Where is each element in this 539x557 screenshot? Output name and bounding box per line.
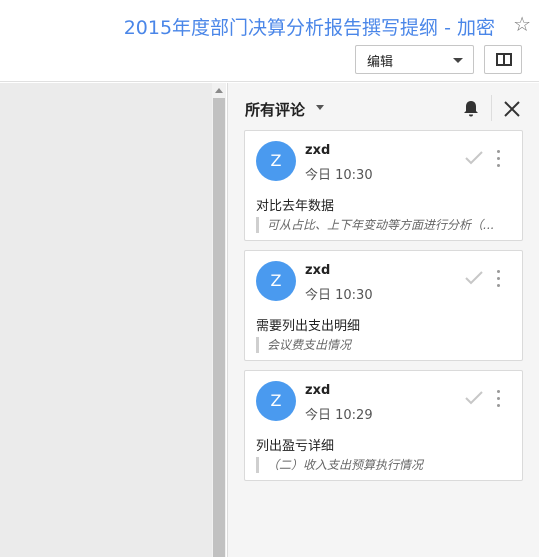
more-vert-icon[interactable] [496, 390, 502, 408]
document-canvas [0, 83, 212, 557]
comments-filter-label[interactable]: 所有评论 [245, 99, 305, 120]
check-icon[interactable] [465, 271, 483, 285]
scroll-up-arrow-icon[interactable] [215, 88, 223, 93]
check-icon[interactable] [465, 391, 483, 405]
comment-quote[interactable]: 可从占比、上下年变动等方面进行分析（... [256, 217, 516, 233]
avatar: Z [256, 261, 296, 301]
comment-time: 今日 10:29 [305, 408, 373, 423]
comment-text: 列出盈亏详细 [256, 439, 335, 454]
mode-select[interactable]: 编辑 [355, 45, 474, 74]
mode-select-label: 编辑 [367, 55, 394, 70]
top-bar: 2015年度部门决算分析报告撰写提纲 - 加密 ☆ 编辑 [0, 0, 539, 82]
comment-quote[interactable]: （二）收入支出预算执行情况 [256, 457, 516, 473]
more-vert-icon[interactable] [496, 270, 502, 288]
comment-time: 今日 10:30 [305, 288, 373, 303]
check-icon[interactable] [465, 151, 483, 165]
comment-quote[interactable]: 会议费支出情况 [256, 337, 516, 353]
scrollbar-thumb[interactable] [213, 98, 225, 557]
comment-time: 今日 10:30 [305, 168, 373, 183]
comment-text: 对比去年数据 [256, 199, 335, 214]
star-icon[interactable]: ☆ [513, 12, 531, 36]
comment-author: zxd [305, 383, 331, 398]
bell-icon[interactable] [461, 99, 481, 119]
comment-author: zxd [305, 263, 331, 278]
comment-card[interactable]: Z zxd 今日 10:29 列出盈亏详细 （二）收入支出预算执行情况 [244, 370, 523, 481]
comment-author: zxd [305, 143, 331, 158]
chevron-down-icon[interactable] [316, 105, 324, 110]
comment-card[interactable]: Z zxd 今日 10:30 对比去年数据 可从占比、上下年变动等方面进行分析（… [244, 130, 523, 241]
comment-text: 需要列出支出明细 [256, 319, 361, 334]
avatar: Z [256, 141, 296, 181]
document-title: 2015年度部门决算分析报告撰写提纲 - 加密 [123, 17, 495, 39]
header-divider [491, 95, 492, 121]
toggle-side-panel-button[interactable] [484, 45, 522, 74]
comments-panel: 所有评论 Z zxd 今日 10:30 对比去年数据 可从占比、上下年变动等方面… [227, 83, 539, 557]
chevron-down-icon [453, 58, 463, 63]
more-vert-icon[interactable] [496, 150, 502, 168]
avatar: Z [256, 381, 296, 421]
comment-card[interactable]: Z zxd 今日 10:30 需要列出支出明细 会议费支出情况 [244, 250, 523, 361]
close-icon[interactable] [501, 98, 523, 120]
